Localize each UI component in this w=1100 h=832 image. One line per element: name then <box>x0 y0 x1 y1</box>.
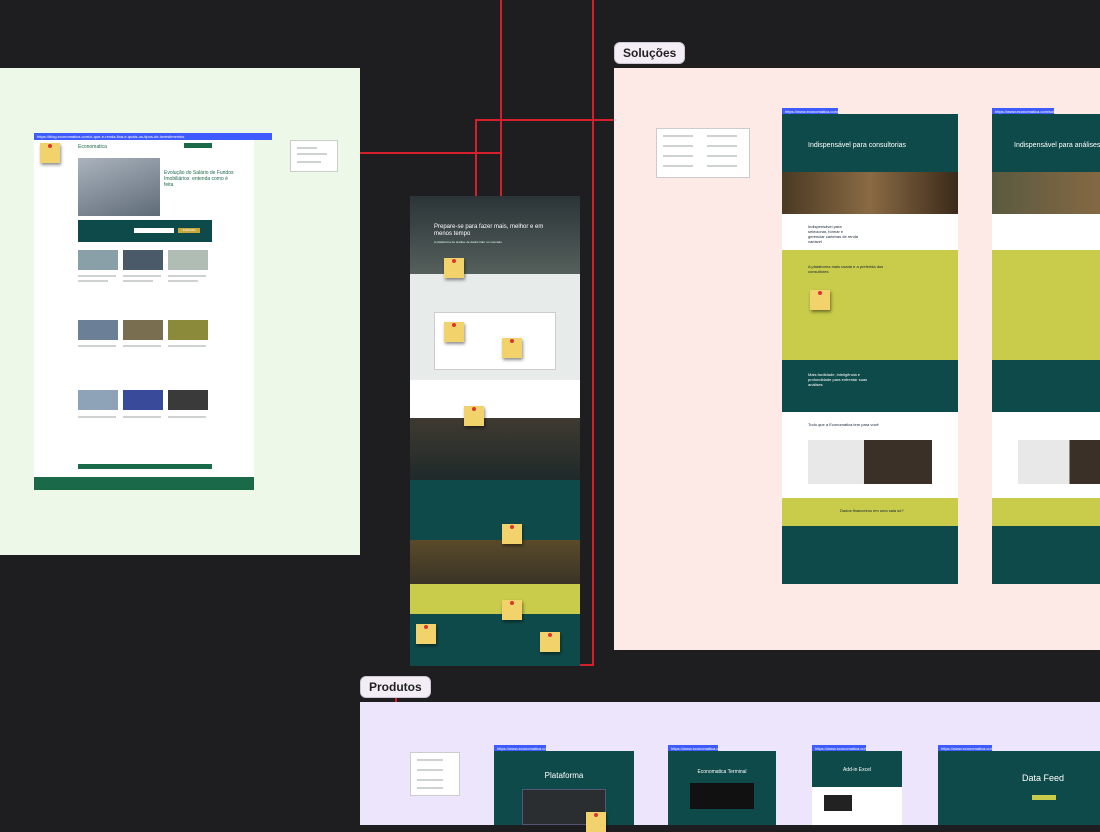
sticky-note <box>502 338 522 358</box>
excel-title: Add-in Excel <box>842 767 872 773</box>
excel-screenshot <box>824 795 852 811</box>
consultorias-tools: Tudo que a Economatica tem para você <box>782 412 958 498</box>
sticky-note <box>502 524 522 544</box>
consultorias-tools-title: Tudo que a Economatica tem para você <box>808 422 879 427</box>
blog-hero-image <box>78 158 160 216</box>
blog-thumb[interactable] <box>168 390 208 410</box>
home-stats <box>410 274 580 380</box>
home-hero-subtitle: A plataforma de análise de dados líder n… <box>434 240 502 244</box>
consultorias-hero-image <box>782 172 958 214</box>
produtos-menu-card[interactable] <box>410 752 460 796</box>
sticky-note <box>810 290 830 310</box>
analises-cta <box>992 498 1100 526</box>
datafeed-page-frame: Data Feed <box>938 751 1100 825</box>
home-clients <box>410 380 580 418</box>
analises-hero: Indispensável para análises avançadas <box>992 114 1100 172</box>
plataforma-title: Plataforma <box>544 771 584 780</box>
blog-thumb[interactable] <box>78 390 118 410</box>
datafeed-title: Data Feed <box>1021 773 1065 783</box>
blog-thumb[interactable] <box>123 390 163 410</box>
consultorias-cta: Dados financeiros em uma sala só? <box>782 498 958 526</box>
analises-page-frame: Indispensável para análises avançadas <box>992 114 1100 584</box>
solucoes-menu-card[interactable] <box>656 128 750 178</box>
analises-teal-section <box>992 360 1100 412</box>
sticky-note <box>464 406 484 426</box>
blog-brand: Economatica <box>78 144 107 150</box>
blog-link-card[interactable] <box>290 140 338 172</box>
consultorias-teal-section: Mais facilidade, inteligência e profundi… <box>782 360 958 412</box>
blog-newsletter-button[interactable]: ASSINAR <box>178 228 200 233</box>
blog-thumb[interactable] <box>168 250 208 270</box>
blog-thumb[interactable] <box>123 250 163 270</box>
sticky-note <box>502 600 522 620</box>
analises-footer <box>992 526 1100 584</box>
analises-intro <box>992 214 1100 250</box>
sticky-note <box>540 632 560 652</box>
home-teal-section <box>410 480 580 540</box>
consultorias-tools-image <box>808 440 932 484</box>
consultorias-intro-title: Indispensável para selecionar, formar e … <box>808 224 859 244</box>
home-banner <box>410 418 580 480</box>
sticky-note <box>40 143 60 163</box>
blog-page-frame: Economatica Evolução do Salário de Fundo… <box>34 140 254 490</box>
solucoes-label: Soluções <box>614 42 686 64</box>
analises-tools <box>992 412 1100 498</box>
consultorias-teal-title: Mais facilidade, inteligência e profundi… <box>808 372 868 387</box>
sticky-note <box>586 812 606 832</box>
home-page-frame: Prepare-se para fazer mais, melhor e em … <box>410 196 580 666</box>
blog-footer <box>34 477 254 490</box>
home-hero-title: Prepare-se para fazer mais, melhor e em … <box>434 224 544 237</box>
home-cta <box>410 584 580 614</box>
sticky-note <box>444 322 464 342</box>
datafeed-button[interactable] <box>1032 795 1056 800</box>
consultorias-hero: Indispensável para consultorias <box>782 114 958 172</box>
blog-load-more-button[interactable] <box>78 464 212 469</box>
terminal-title: Economatica Terminal <box>697 769 747 775</box>
home-person-image <box>410 540 580 584</box>
blog-newsletter: ASSINAR <box>78 220 212 242</box>
blog-header-button[interactable] <box>184 143 212 148</box>
blog-thumb[interactable] <box>168 320 208 340</box>
blog-thumb[interactable] <box>123 320 163 340</box>
excel-page-frame: Add-in Excel <box>812 751 902 825</box>
consultorias-footer <box>782 526 958 584</box>
blog-thumb[interactable] <box>78 320 118 340</box>
terminal-page-frame: Economatica Terminal <box>668 751 776 825</box>
home-hero: Prepare-se para fazer mais, melhor e em … <box>410 196 580 274</box>
terminal-screenshot <box>690 783 754 809</box>
sticky-note <box>416 624 436 644</box>
blog-thumb[interactable] <box>78 250 118 270</box>
produtos-label: Produtos <box>360 676 431 698</box>
plataforma-page-frame: Plataforma <box>494 751 634 825</box>
consultorias-intro: Indispensável para selecionar, formar e … <box>782 214 958 250</box>
blog-featured-title[interactable]: Evolução do Salário de Fundos Imobiliári… <box>164 170 234 188</box>
blog-url-bar[interactable]: https://blog.economatica.com/o-que-e-ren… <box>34 133 272 140</box>
analises-hero-title: Indispensável para análises avançadas <box>1014 142 1100 149</box>
analises-lime-section <box>992 250 1100 360</box>
analises-hero-image <box>992 172 1100 214</box>
consultorias-lime-title: A plataforma mais usada e a preferida do… <box>808 264 884 274</box>
consultorias-page-frame: Indispensável para consultorias Indispen… <box>782 114 958 584</box>
consultorias-cta-title: Dados financeiros em uma sala só? <box>840 508 904 513</box>
consultorias-hero-title: Indispensável para consultorias <box>808 142 907 149</box>
consultorias-lime-section: A plataforma mais usada e a preferida do… <box>782 250 958 360</box>
sticky-note <box>444 258 464 278</box>
